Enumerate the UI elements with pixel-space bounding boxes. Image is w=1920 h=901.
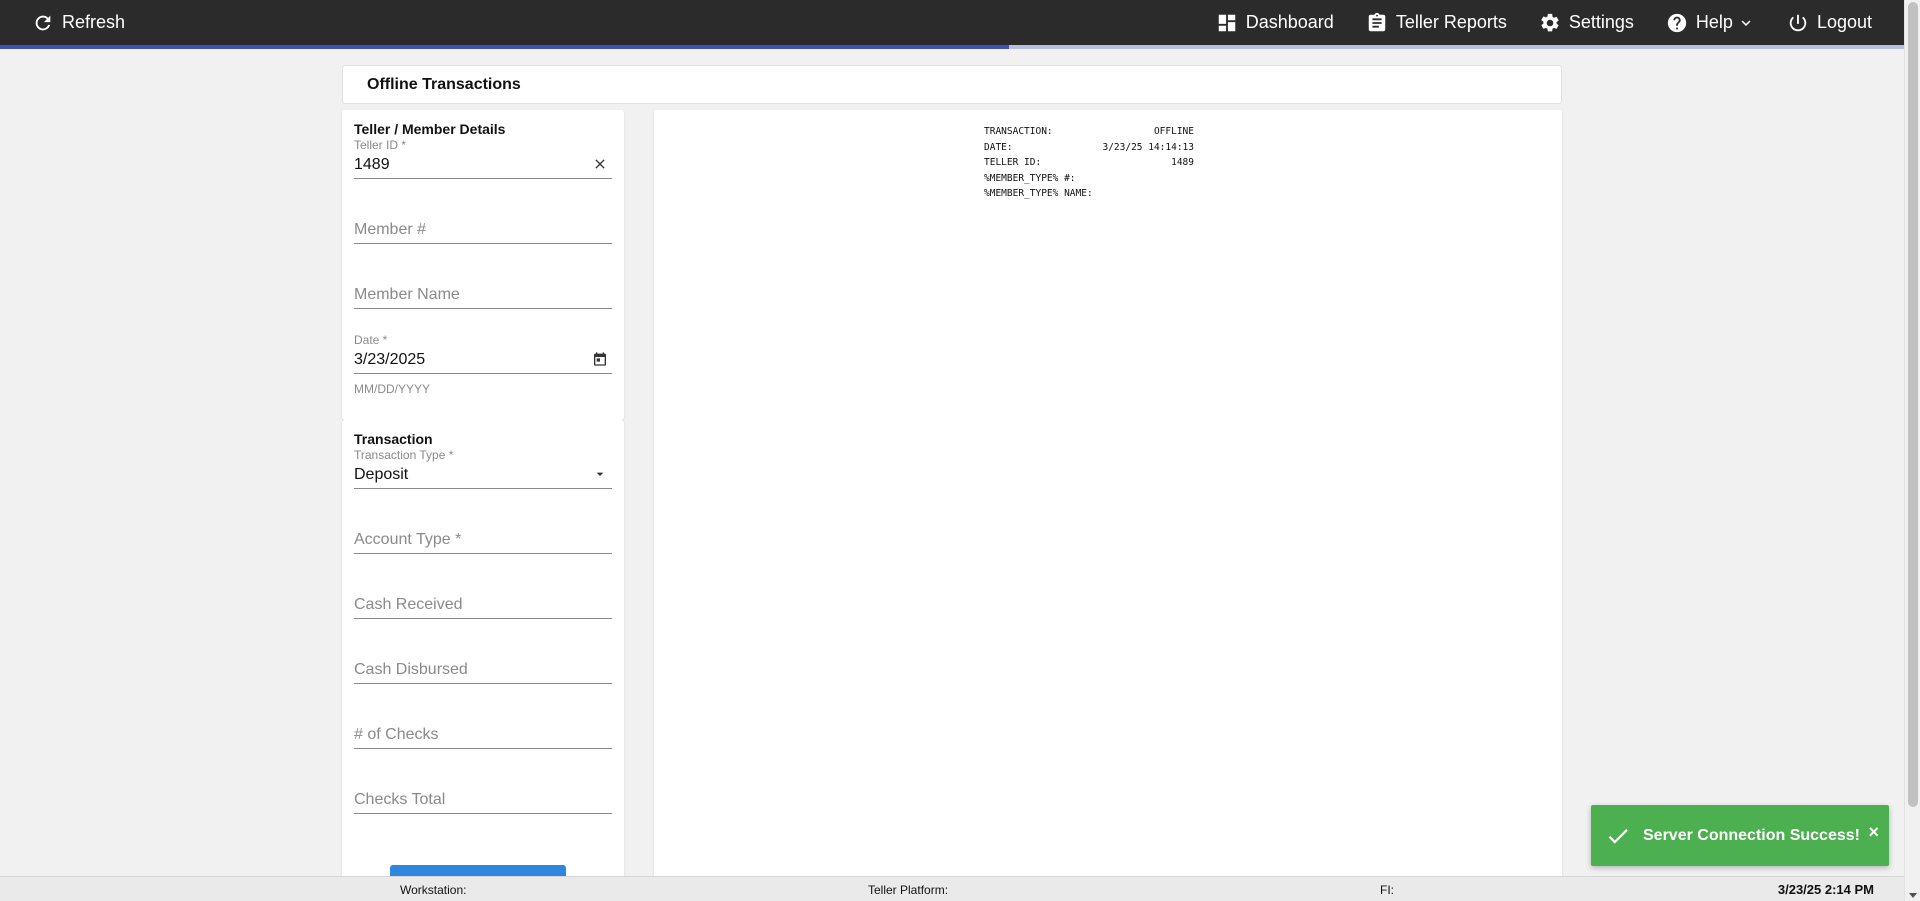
details-section-title: Teller / Member Details [354, 121, 506, 137]
cash-received-placeholder: Cash Received [354, 596, 463, 613]
date-label: Date * [354, 333, 388, 347]
member-number-placeholder: Member # [354, 221, 427, 238]
dropdown-arrow-icon[interactable] [592, 466, 608, 482]
receipt-line-value: OFFLINE [1153, 126, 1194, 137]
refresh-label: Refresh [62, 12, 126, 32]
top-nav-bar: Refresh Dashboard Teller Reports Setting… [0, 0, 1920, 45]
teller-member-details-card: Teller / Member Details Teller ID * 1489… [342, 110, 624, 420]
check-icon [1605, 823, 1631, 849]
date-field[interactable]: Date * 3/23/2025 [354, 333, 612, 374]
teller-reports-label: Teller Reports [1395, 12, 1507, 32]
gear-icon [1541, 13, 1559, 31]
teller-id-value[interactable]: 1489 [354, 152, 612, 178]
member-number-field[interactable]: Member # [354, 217, 612, 244]
date-value[interactable]: 3/23/2025 [354, 347, 612, 373]
page-title: Offline Transactions [367, 75, 521, 93]
receipt-text: TRANSACTION: OFFLINE DATE: 3/23/25 14:14:13… [984, 124, 1194, 202]
close-icon [595, 159, 605, 169]
scrollbar-thumb[interactable] [1908, 2, 1918, 807]
logout-button[interactable]: Logout [1787, 0, 1872, 45]
checks-total-placeholder: Checks Total [354, 791, 446, 808]
receipt-line: %MEMBER_TYPE% NAME: [984, 186, 1194, 202]
loading-progress-bar [0, 45, 1904, 49]
toast-close-button[interactable]: × [1868, 823, 1879, 841]
teller-id-field[interactable]: Teller ID * 1489 [354, 138, 612, 179]
server-connection-toast: Server Connection Success! × [1591, 805, 1889, 866]
progress-fill [0, 45, 1010, 49]
transaction-type-label: Transaction Type * [354, 448, 454, 462]
receipt-line: %MEMBER_TYPE% #: [984, 171, 1194, 187]
transaction-card: Transaction Transaction Type * Deposit A… [342, 420, 624, 880]
receipt-line-label: TELLER ID: [984, 157, 1042, 169]
checks-total-input[interactable]: Checks Total [354, 787, 612, 814]
receipt-line-value: 1489 [1171, 157, 1194, 169]
receipt-line-label: %MEMBER_TYPE% #: [984, 172, 1076, 184]
number-of-checks-placeholder: # of Checks [354, 726, 439, 743]
member-name-placeholder: Member Name [354, 286, 460, 303]
help-button[interactable]: Help [1666, 0, 1755, 45]
receipt-line-label: DATE: [984, 141, 1013, 153]
dashboard-label: Dashboard [1245, 12, 1334, 32]
teller-reports-button[interactable]: Teller Reports [1366, 0, 1507, 45]
account-type-select[interactable]: Account Type * [354, 527, 612, 554]
clear-teller-id-button[interactable] [592, 156, 608, 172]
transaction-section-title: Transaction [354, 431, 433, 447]
calendar-icon [594, 352, 606, 366]
toast-message: Server Connection Success! [1643, 826, 1860, 844]
date-format-hint: MM/DD/YYYY [354, 382, 431, 396]
power-icon [1789, 14, 1807, 31]
workstation-label: Workstation: [400, 883, 467, 897]
refresh-icon [35, 15, 51, 30]
teller-id-label: Teller ID * [354, 138, 407, 152]
settings-button[interactable]: Settings [1539, 0, 1634, 45]
refresh-button[interactable]: Refresh [32, 0, 125, 45]
fi-label: FI: [1380, 883, 1394, 897]
help-icon [1667, 13, 1687, 32]
transaction-type-value[interactable]: Deposit [354, 462, 612, 488]
cash-received-input[interactable]: Cash Received [354, 592, 612, 619]
receipt-line-value: 3/23/25 14:14:13 [1102, 141, 1194, 153]
number-of-checks-input[interactable]: # of Checks [354, 722, 612, 749]
dashboard-button[interactable]: Dashboard [1216, 0, 1334, 45]
status-datetime: 3/23/25 2:14 PM [1777, 882, 1874, 897]
page-header: Offline Transactions [342, 65, 1562, 104]
clipboard-icon [1368, 12, 1386, 31]
receipt-line-label: %MEMBER_TYPE% NAME: [984, 188, 1093, 200]
cash-disbursed-input[interactable]: Cash Disbursed [354, 657, 612, 684]
help-label: Help [1695, 12, 1733, 32]
settings-label: Settings [1568, 12, 1634, 32]
cash-disbursed-placeholder: Cash Disbursed [354, 661, 468, 678]
chevron-down-icon [1741, 19, 1751, 26]
status-bar: Workstation: Teller Platform: FI: 3/23/2… [0, 876, 1904, 901]
member-name-field[interactable]: Member Name [354, 282, 612, 309]
logout-label: Logout [1816, 12, 1872, 32]
date-picker-button[interactable] [592, 351, 608, 367]
receipt-line: DATE: 3/23/25 14:14:13 [984, 140, 1194, 156]
receipt-line: TELLER ID: 1489 [984, 155, 1194, 171]
receipt-line: TRANSACTION: OFFLINE [984, 124, 1194, 140]
receipt-line-label: TRANSACTION: [984, 126, 1053, 137]
transaction-type-select[interactable]: Transaction Type * Deposit [354, 448, 612, 489]
dashboard-icon [1218, 14, 1235, 31]
teller-platform-label: Teller Platform: [868, 883, 949, 897]
account-type-placeholder: Account Type * [354, 531, 462, 548]
receipt-preview-panel: TRANSACTION: OFFLINE DATE: 3/23/25 14:14:13… [654, 110, 1562, 880]
page-scrollbar[interactable] [1904, 0, 1920, 901]
scroll-down-arrow-icon[interactable] [1909, 893, 1917, 898]
